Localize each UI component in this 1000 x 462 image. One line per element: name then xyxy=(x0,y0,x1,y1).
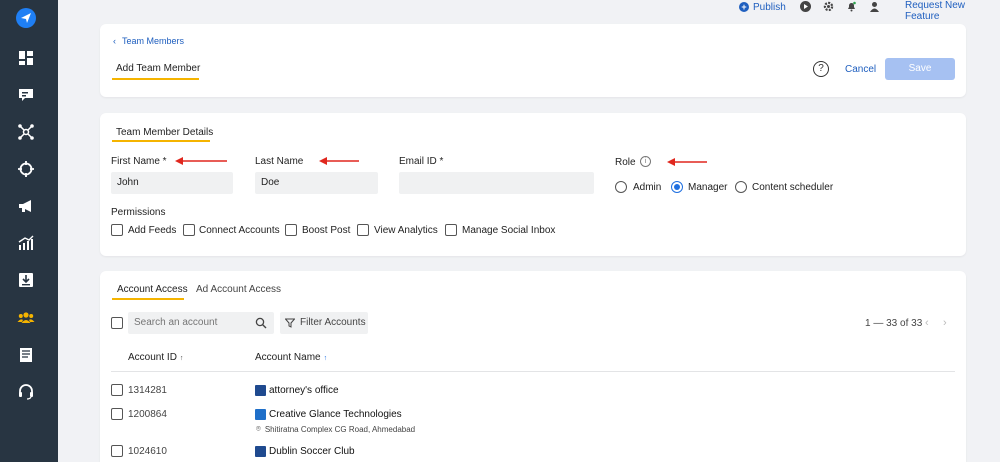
sort-arrow-icon: ↑ xyxy=(179,355,184,362)
location-pin-icon: ⌾ xyxy=(256,424,261,433)
perm-add-feeds-label[interactable]: Add Feeds xyxy=(128,225,176,236)
email-label: Email ID * xyxy=(399,156,444,167)
perm-boost-post-checkbox[interactable] xyxy=(285,224,297,236)
request-feature-link[interactable]: Request New Feature xyxy=(905,0,1000,22)
perm-manage-inbox-label[interactable]: Manage Social Inbox xyxy=(462,225,555,236)
page-title: Add Team Member xyxy=(116,63,201,74)
download-icon[interactable] xyxy=(17,271,35,289)
top-bar: + Publish Request New Feature xyxy=(58,0,1000,22)
row-account-id: 1314281 xyxy=(128,385,167,396)
support-icon[interactable] xyxy=(17,383,35,401)
annotation-arrow xyxy=(667,158,707,166)
perm-connect-accounts-label[interactable]: Connect Accounts xyxy=(199,225,280,236)
analytics-icon[interactable] xyxy=(17,234,35,252)
permissions-label: Permissions xyxy=(111,207,166,218)
first-name-field[interactable]: John xyxy=(111,172,233,194)
row-checkbox[interactable] xyxy=(111,408,123,420)
header-divider xyxy=(111,371,955,372)
column-account-name[interactable]: Account Name ↑ xyxy=(255,352,327,363)
section-title: Team Member Details xyxy=(116,127,214,138)
row-checkbox[interactable] xyxy=(111,384,123,396)
breadcrumb[interactable]: ‹ Team Members xyxy=(113,36,184,46)
facebook-icon xyxy=(255,385,266,396)
perm-view-analytics-checkbox[interactable] xyxy=(357,224,369,236)
publish-label: Publish xyxy=(753,1,786,13)
team-icon[interactable] xyxy=(17,309,35,327)
user-icon[interactable] xyxy=(869,1,880,12)
row-account-id: 1200864 xyxy=(128,409,167,420)
search-icon[interactable] xyxy=(255,317,267,329)
group-icon xyxy=(255,446,266,457)
chevron-right-icon[interactable]: › xyxy=(943,317,947,329)
section-underline xyxy=(112,140,210,142)
sidebar xyxy=(0,0,58,462)
row-account-name: attorney's office xyxy=(269,385,339,396)
row-location: ⌾ Shitiratna Complex CG Road, Ahmedabad xyxy=(256,424,415,434)
column-account-name-label: Account Name xyxy=(255,352,321,363)
search-input[interactable] xyxy=(128,312,274,334)
perm-add-feeds-checkbox[interactable] xyxy=(111,224,123,236)
bell-icon[interactable] xyxy=(846,1,857,12)
chevron-left-icon[interactable]: ‹ xyxy=(925,317,929,329)
breadcrumb-team-members[interactable]: Team Members xyxy=(122,36,184,46)
row-account-id: 1024610 xyxy=(128,446,167,457)
select-all-checkbox[interactable] xyxy=(111,317,123,329)
report-icon[interactable] xyxy=(17,346,35,364)
row-location-text: Shitiratna Complex CG Road, Ahmedabad xyxy=(264,424,416,434)
chevron-left-icon: ‹ xyxy=(113,36,116,46)
target-icon[interactable] xyxy=(17,160,35,178)
dashboard-icon[interactable] xyxy=(17,49,35,67)
first-name-label: First Name * xyxy=(111,156,167,167)
email-field[interactable] xyxy=(399,172,594,194)
help-icon[interactable]: ? xyxy=(813,61,829,77)
role-label: Role xyxy=(615,157,636,168)
last-name-field[interactable]: Doe xyxy=(255,172,378,194)
annotation-arrow xyxy=(319,157,359,165)
tab-account-access[interactable]: Account Access xyxy=(117,284,188,295)
gear-icon[interactable] xyxy=(823,1,834,12)
cancel-button[interactable]: Cancel xyxy=(845,64,876,75)
inbox-icon[interactable] xyxy=(17,86,35,104)
role-manager-label[interactable]: Manager xyxy=(688,182,727,193)
role-content-scheduler-radio[interactable] xyxy=(735,181,747,193)
sort-arrow-icon: ↑ xyxy=(323,355,328,362)
column-account-id[interactable]: Account ID ↑ xyxy=(128,352,183,363)
business-icon xyxy=(255,409,266,420)
save-button[interactable]: Save xyxy=(885,58,955,80)
member-details-card: Team Member Details First Name * John La… xyxy=(100,113,966,256)
header-card: ‹ Team Members Add Team Member ? Cancel … xyxy=(100,24,966,97)
account-access-card: Account Access Ad Account Access Filter … xyxy=(100,271,966,462)
column-account-id-label: Account ID xyxy=(128,352,177,363)
megaphone-icon[interactable] xyxy=(17,197,35,215)
logo-icon[interactable] xyxy=(16,8,36,28)
publish-button[interactable]: + Publish xyxy=(739,0,786,14)
role-manager-radio[interactable] xyxy=(671,181,683,193)
tab-ad-account-access[interactable]: Ad Account Access xyxy=(196,284,281,295)
play-icon[interactable] xyxy=(800,1,811,12)
perm-manage-inbox-checkbox[interactable] xyxy=(445,224,457,236)
network-icon[interactable] xyxy=(17,123,35,141)
row-account-name: Dublin Soccer Club xyxy=(269,446,355,457)
annotation-arrow xyxy=(175,157,227,165)
row-checkbox[interactable] xyxy=(111,445,123,457)
role-content-scheduler-label[interactable]: Content scheduler xyxy=(752,182,833,193)
row-account-name: Creative Glance Technologies xyxy=(269,409,402,420)
last-name-label: Last Name xyxy=(255,156,304,167)
info-icon[interactable]: i xyxy=(640,156,651,167)
title-underline xyxy=(112,78,199,80)
perm-boost-post-label[interactable]: Boost Post xyxy=(302,225,350,236)
tab-underline xyxy=(112,298,184,300)
perm-connect-accounts-checkbox[interactable] xyxy=(183,224,195,236)
pagination-text: 1 — 33 of 33 xyxy=(865,318,923,329)
perm-view-analytics-label[interactable]: View Analytics xyxy=(374,225,438,236)
filter-icon xyxy=(284,318,296,328)
role-admin-radio[interactable] xyxy=(615,181,627,193)
publish-plus-icon: + xyxy=(739,2,749,12)
role-admin-label[interactable]: Admin xyxy=(633,182,661,193)
